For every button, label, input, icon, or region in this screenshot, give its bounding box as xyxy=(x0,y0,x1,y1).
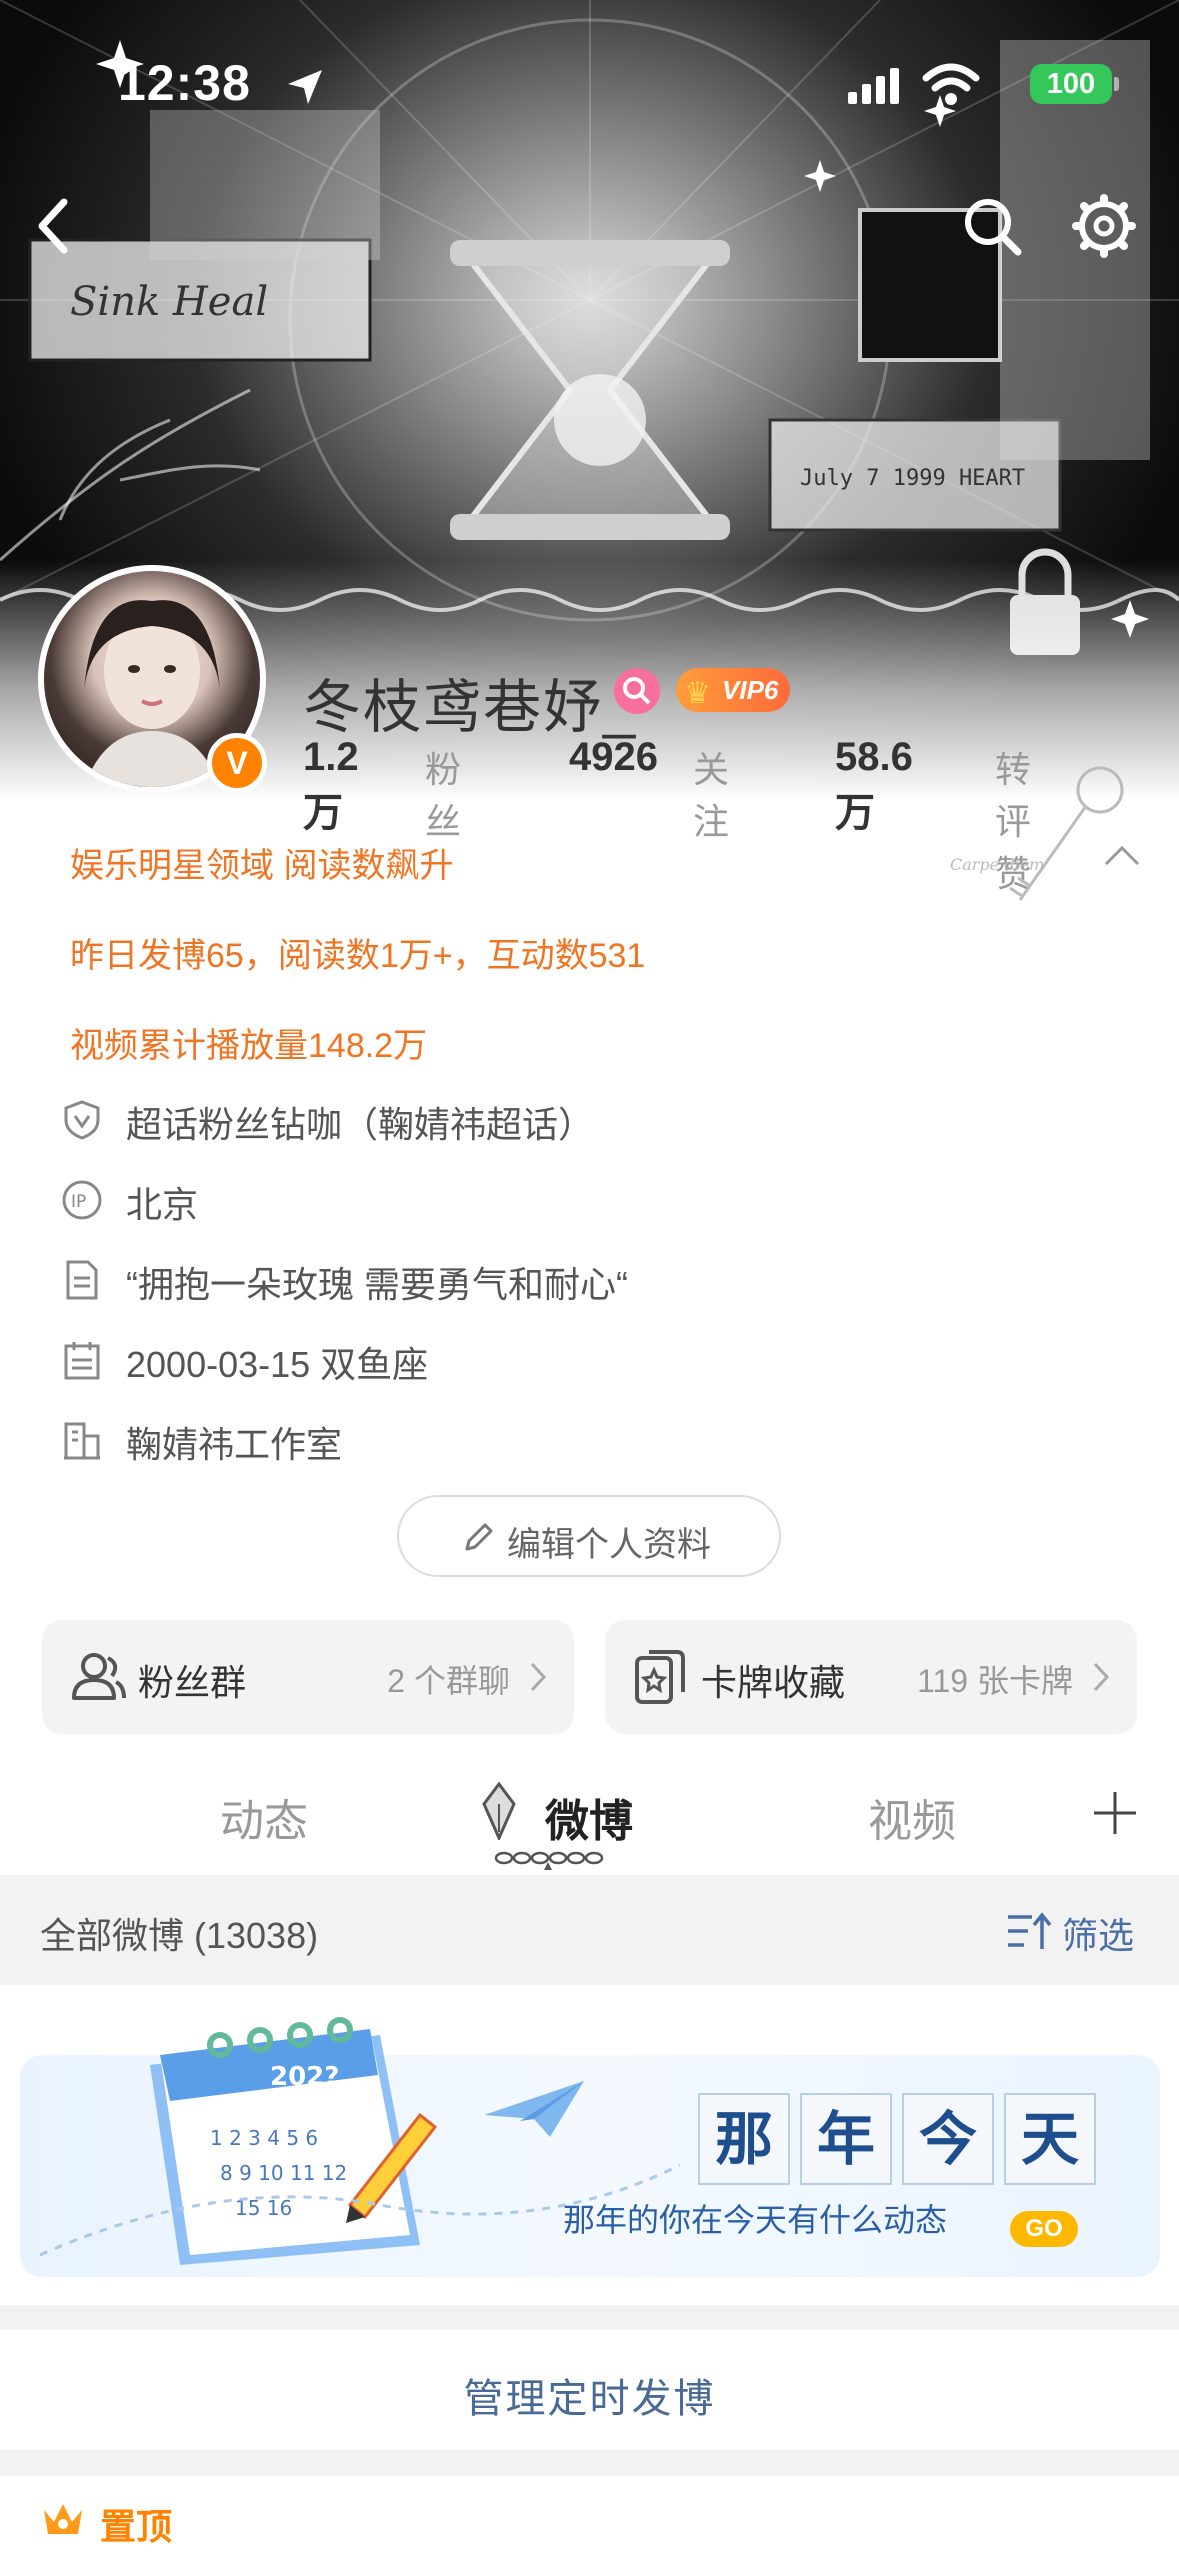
fans-group-card[interactable]: 粉丝群 2 个群聊 xyxy=(42,1620,574,1734)
info-text: 北京 xyxy=(126,1184,199,1225)
manage-scheduled-label: 管理定时发博 xyxy=(463,2377,716,2421)
settings-gear-icon[interactable] xyxy=(1064,186,1144,266)
tab-weibo[interactable]: 微博 xyxy=(545,1785,633,1849)
shield-v-icon xyxy=(64,1100,100,1140)
chain-underline-icon xyxy=(494,1851,604,1870)
title-char: 今 xyxy=(902,2093,994,2185)
female-gender-icon xyxy=(614,668,660,714)
crown-icon xyxy=(44,2504,82,2534)
card-title: 粉丝群 xyxy=(138,1662,247,1703)
card-collection-icon xyxy=(635,1650,685,1704)
verified-badge: V xyxy=(207,733,267,793)
on-this-day-subtitle: 那年的你在今天有什么动态 xyxy=(563,2201,948,2239)
pen-nib-decoration-icon xyxy=(482,1782,516,1840)
pinned-label: 置顶 xyxy=(100,2506,173,2547)
section-divider xyxy=(0,2305,1179,2330)
svg-text:IP: IP xyxy=(71,1192,86,1212)
battery-indicator: 100 xyxy=(1030,64,1112,104)
svg-text:Carpe diem: Carpe diem xyxy=(950,855,1044,874)
reposts-count[interactable]: 58.6万 xyxy=(835,735,913,838)
manage-scheduled-posts[interactable]: 管理定时发博 xyxy=(0,2330,1179,2450)
calendar-year-text: 202? xyxy=(270,2062,339,2092)
location-arrow-icon xyxy=(288,70,322,104)
card-meta: 119 张卡牌 xyxy=(917,1663,1073,1699)
highlight-reading-surge[interactable]: 娱乐明星领域 阅读数飙升 xyxy=(70,838,453,887)
search-icon[interactable] xyxy=(952,186,1032,266)
title-char: 天 xyxy=(1004,2093,1096,2185)
followers-label[interactable]: 粉丝 xyxy=(425,741,461,845)
card-meta: 2 个群聊 xyxy=(387,1663,510,1699)
svg-text:July 7 1999 HEART: July 7 1999 HEART xyxy=(800,466,1025,491)
female-symbol-icon xyxy=(623,677,651,705)
chevron-right-icon xyxy=(1093,1662,1110,1692)
profile-page: Sink Heal July 7 1999 HEART 12:38 100 V … xyxy=(0,0,1179,2556)
card-title: 卡牌收藏 xyxy=(701,1662,846,1703)
on-this-day-section: 202? 1 2 3 4 5 6 8 9 10 11 12 15 16 xyxy=(0,1985,1179,2305)
calendar-icon xyxy=(64,1342,100,1380)
collapse-chevron-icon[interactable] xyxy=(1100,840,1144,870)
ip-icon: IP xyxy=(62,1180,102,1220)
edit-profile-button[interactable]: 编辑个人资料 xyxy=(397,1495,781,1577)
go-button[interactable]: GO xyxy=(1010,2211,1078,2247)
content-tabs: 动态 微博 视频 xyxy=(0,1740,1179,1875)
fans-group-icon xyxy=(72,1653,126,1700)
add-tab-icon[interactable] xyxy=(1090,1788,1140,1838)
tab-video[interactable]: 视频 xyxy=(868,1785,956,1849)
filter-icon[interactable] xyxy=(1006,1911,1052,1953)
info-text: 2000-03-15 双鱼座 xyxy=(126,1344,429,1385)
document-icon xyxy=(66,1260,98,1300)
vip-level: VIP6 xyxy=(722,675,779,705)
info-text: 超话粉丝钻咖（鞠婧祎超话） xyxy=(126,1104,595,1145)
title-char: 那 xyxy=(698,2093,790,2185)
pencil-icon xyxy=(465,1523,493,1551)
status-time: 12:38 xyxy=(118,55,251,111)
info-text: 鞠婧祎工作室 xyxy=(126,1424,343,1465)
username: 冬枝鸢巷妤_ xyxy=(303,675,638,740)
section-divider xyxy=(0,2450,1179,2476)
info-text: “拥抱一朵玫瑰 需要勇气和耐心“ xyxy=(126,1264,628,1305)
following-label[interactable]: 关注 xyxy=(693,741,729,845)
cellular-signal-icon xyxy=(848,68,899,104)
pinned-header: 置顶 xyxy=(0,2476,1179,2556)
svg-text:Sink Heal: Sink Heal xyxy=(70,279,268,325)
tab-dynamic[interactable]: 动态 xyxy=(220,1785,308,1849)
all-weibo-count[interactable]: 全部微博 (13038) xyxy=(40,1907,318,1959)
vip-badge[interactable]: ♛ VIP6 xyxy=(676,668,790,712)
following-count[interactable]: 4926 xyxy=(569,735,658,780)
followers-count[interactable]: 1.2万 xyxy=(303,735,359,838)
filter-bar: 全部微博 (13038) 筛选 xyxy=(0,1875,1179,1985)
highlight-video-plays[interactable]: 视频累计播放量148.2万 xyxy=(70,1018,427,1067)
hourglass-art xyxy=(450,240,730,540)
filter-button[interactable]: 筛选 xyxy=(1062,1907,1134,1959)
title-char: 年 xyxy=(800,2093,892,2185)
edit-profile-label: 编辑个人资料 xyxy=(507,1526,711,1564)
back-icon[interactable] xyxy=(16,186,96,266)
highlight-yesterday-stats[interactable]: 昨日发博65，阅读数1万+，互动数531 xyxy=(70,928,645,977)
chevron-right-icon xyxy=(530,1662,547,1692)
crown-icon: ♛ xyxy=(684,677,711,710)
card-collection-card[interactable]: 卡牌收藏 119 张卡牌 xyxy=(605,1620,1137,1734)
status-bar: 12:38 100 xyxy=(0,0,1179,150)
battery-nub xyxy=(1114,77,1119,91)
wifi-icon xyxy=(922,63,980,105)
building-icon xyxy=(64,1422,100,1460)
